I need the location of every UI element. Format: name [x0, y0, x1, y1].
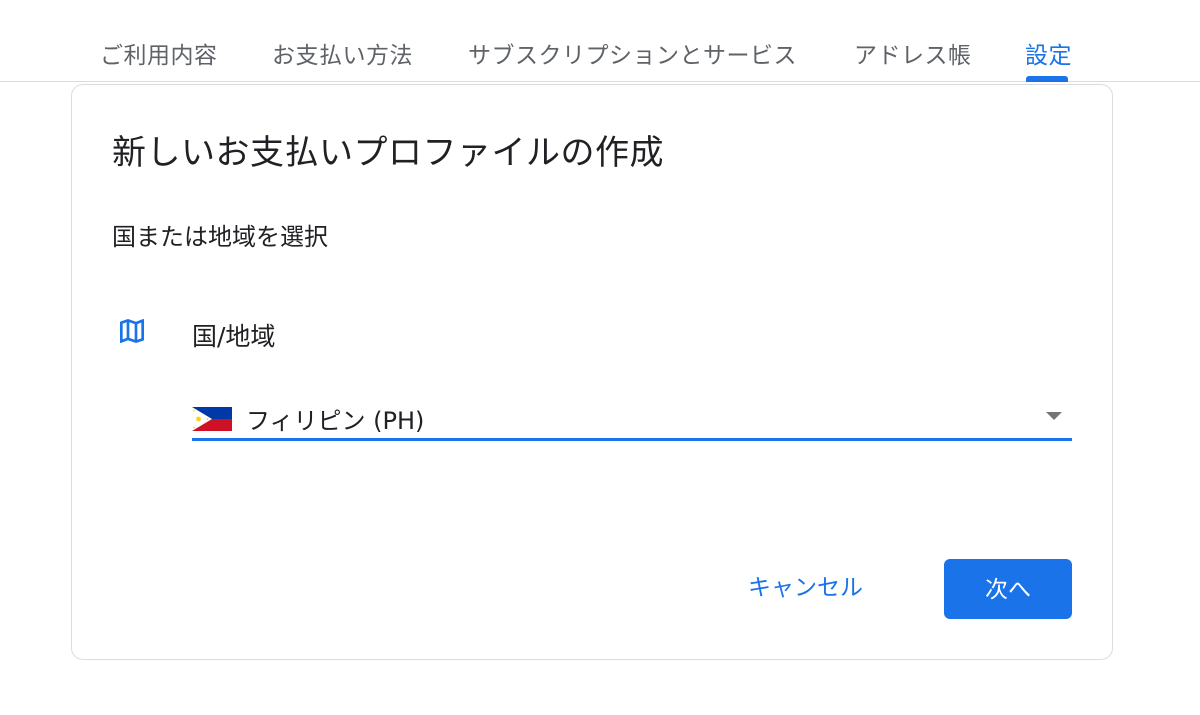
tab-payment-methods[interactable]: お支払い方法	[272, 36, 413, 70]
top-tab-bar: ご利用内容 お支払い方法 サブスクリプションとサービス アドレス帳 設定	[0, 0, 1200, 82]
active-tab-indicator	[1026, 76, 1068, 82]
country-select[interactable]: フィリピン (PH)	[192, 393, 1072, 441]
tab-settings[interactable]: 設定	[1025, 36, 1072, 70]
next-button[interactable]: 次へ	[944, 559, 1072, 619]
cancel-button[interactable]: キャンセル	[732, 559, 879, 617]
philippines-flag-icon	[192, 407, 232, 431]
tab-subscriptions-and-services[interactable]: サブスクリプションとサービス	[468, 36, 797, 70]
create-payment-profile-dialog: 新しいお支払いプロファイルの作成 国または地域を選択 国/地域 フィリピン (P…	[71, 84, 1113, 660]
dialog-title: 新しいお支払いプロファイルの作成	[112, 133, 664, 173]
dialog-subtitle: 国または地域を選択	[112, 223, 328, 251]
tab-usage[interactable]: ご利用内容	[100, 36, 218, 70]
country-region-label: 国/地域	[192, 322, 276, 351]
tab-address-book[interactable]: アドレス帳	[854, 36, 972, 70]
dropdown-arrow-icon[interactable]	[1046, 412, 1062, 420]
map-icon	[116, 315, 148, 347]
selected-country: フィリピン (PH)	[246, 407, 425, 435]
